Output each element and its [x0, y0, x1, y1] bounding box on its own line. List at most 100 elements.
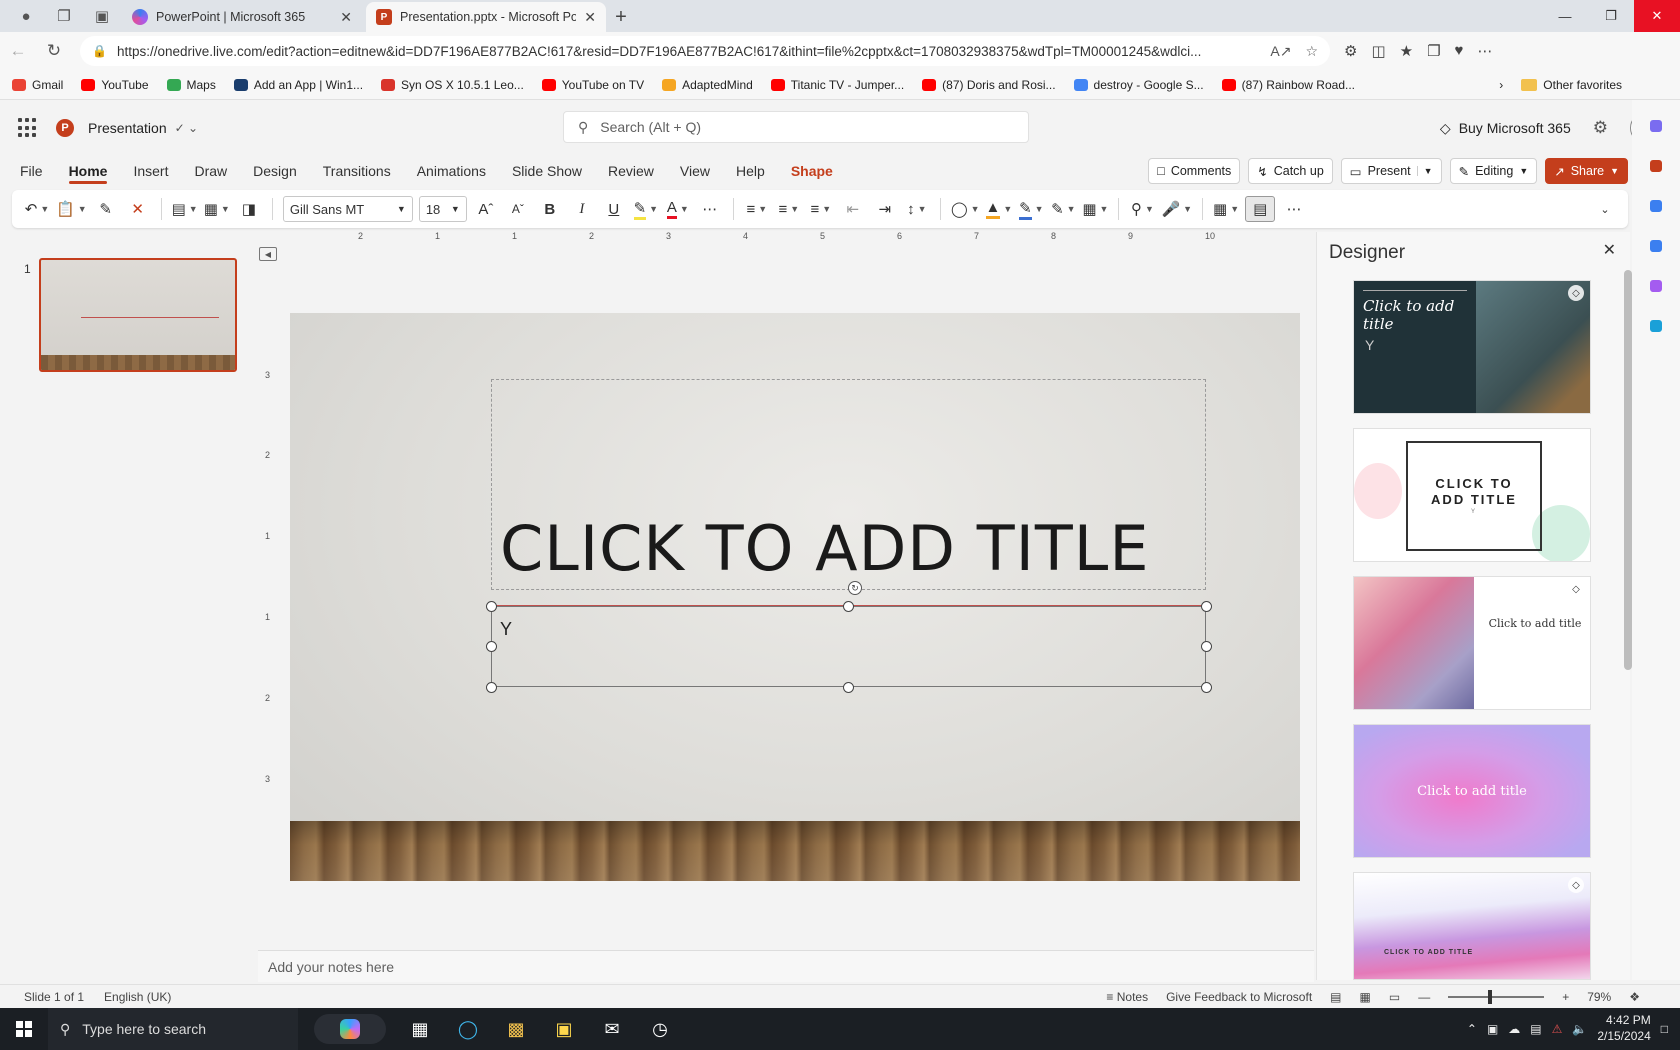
close-tab-icon[interactable]: ✕: [584, 9, 596, 26]
url-field[interactable]: 🔒 https://onedrive.live.com/edit?action=…: [80, 36, 1330, 66]
other-favorites-folder[interactable]: Other favorites: [1521, 78, 1622, 92]
line-spacing-button[interactable]: ↕ ▼: [904, 196, 930, 222]
sidebar-app-icon[interactable]: [1650, 280, 1662, 292]
file-explorer-icon[interactable]: ▩: [492, 1008, 540, 1050]
increase-font-size-button[interactable]: Aˆ: [473, 196, 499, 222]
bold-button[interactable]: B: [537, 196, 563, 222]
normal-view-icon[interactable]: ▤: [1330, 990, 1341, 1004]
more-menu-icon[interactable]: ⋯: [1477, 42, 1492, 60]
slide-canvas[interactable]: CLICK TO ADD TITLE Y ↻: [290, 313, 1300, 881]
bullets-button[interactable]: ≡ ▼: [744, 196, 770, 222]
favorite-syn-os[interactable]: Syn OS X 10.5.1 Leo...: [381, 78, 524, 92]
zoom-out-button[interactable]: —: [1418, 990, 1430, 1004]
favorite-destroy[interactable]: destroy - Google S...: [1073, 78, 1204, 92]
new-slide-button[interactable]: ▤ ▼: [172, 196, 198, 222]
tab-actions-icon[interactable]: ▣: [86, 2, 118, 30]
dictate-button[interactable]: 🎤 ▼: [1161, 196, 1192, 222]
slide-sorter-icon[interactable]: ▦: [1360, 990, 1371, 1004]
zoom-in-button[interactable]: +: [1562, 990, 1569, 1004]
tab-slide-show[interactable]: Slide Show: [512, 156, 582, 186]
tab-shape[interactable]: Shape: [791, 156, 833, 186]
reading-view-icon[interactable]: ▭: [1389, 990, 1400, 1004]
rotate-handle[interactable]: ↻: [848, 581, 862, 595]
add-ins-button[interactable]: ▦ ▼: [1213, 196, 1239, 222]
document-title[interactable]: Presentation: [88, 120, 167, 136]
image-button[interactable]: ◨: [236, 196, 262, 222]
mail-icon[interactable]: ✉: [588, 1008, 636, 1050]
notifications-icon[interactable]: □: [1661, 1022, 1668, 1036]
tab-design[interactable]: Design: [253, 156, 297, 186]
tab-view[interactable]: View: [680, 156, 710, 186]
sidebar-app-icon[interactable]: [1650, 240, 1662, 252]
sidebar-app-icon[interactable]: [1650, 200, 1662, 212]
new-tab-button[interactable]: +: [606, 2, 636, 32]
zoom-level[interactable]: 79%: [1587, 990, 1611, 1004]
design-idea-card[interactable]: CLICK TO ADD TITLE ◇: [1353, 872, 1591, 980]
favorite-maps[interactable]: Maps: [166, 78, 216, 92]
language-indicator[interactable]: English (UK): [104, 990, 171, 1004]
font-family-dropdown[interactable]: Gill Sans MT ▼: [282, 196, 413, 222]
share-button[interactable]: ↗ Share ▼: [1545, 158, 1628, 184]
favorite-titanic-tv[interactable]: Titanic TV - Jumper...: [770, 78, 904, 92]
favorite-rainbow-road[interactable]: (87) Rainbow Road...: [1221, 78, 1355, 92]
design-idea-card[interactable]: CLICK TO ADD TITLE Y: [1353, 428, 1591, 562]
resize-handle[interactable]: [1201, 641, 1212, 652]
minimize-button[interactable]: —: [1542, 0, 1588, 32]
more-options-button[interactable]: ⋯: [1281, 196, 1307, 222]
fit-to-window-icon[interactable]: ❖: [1629, 990, 1640, 1004]
comments-button[interactable]: □ Comments: [1148, 158, 1241, 184]
highlight-button[interactable]: ✎ ▼: [633, 196, 659, 222]
tab-transitions[interactable]: Transitions: [323, 156, 391, 186]
numbering-button[interactable]: ≡ ▼: [776, 196, 802, 222]
align-button[interactable]: ≡ ▼: [808, 196, 834, 222]
toggle-thumbnail-pane-icon[interactable]: ◀: [259, 247, 277, 261]
tab-insert[interactable]: Insert: [133, 156, 168, 186]
subtitle-placeholder[interactable]: Y: [491, 606, 1206, 687]
extensions-icon[interactable]: ⚙: [1344, 42, 1357, 60]
zoom-slider[interactable]: [1448, 990, 1545, 1004]
delete-button[interactable]: ✕: [125, 196, 151, 222]
shape-outline-button[interactable]: ✎ ▼: [1018, 196, 1044, 222]
browser-tab-presentation[interactable]: P Presentation.pptx - Microsoft Po ✕: [366, 2, 606, 32]
read-aloud-icon[interactable]: A↗: [1270, 43, 1291, 60]
favorite-youtube[interactable]: YouTube: [81, 78, 149, 92]
microsoft-store-icon[interactable]: ▣: [540, 1008, 588, 1050]
buy-microsoft-365-button[interactable]: ◇ Buy Microsoft 365: [1440, 120, 1571, 137]
chevron-up-icon[interactable]: ⌃: [1467, 1022, 1477, 1036]
resize-handle[interactable]: [843, 682, 854, 693]
design-idea-card[interactable]: Click to add title: [1353, 724, 1591, 858]
sidebar-app-icon[interactable]: [1650, 320, 1662, 332]
close-window-button[interactable]: ✕: [1634, 0, 1680, 32]
restore-button[interactable]: ❐: [1588, 0, 1634, 32]
favorite-doris[interactable]: (87) Doris and Rosi...: [922, 78, 1056, 92]
shape-effects-button[interactable]: ✎ ▼: [1050, 196, 1076, 222]
slide-title[interactable]: CLICK TO ADD TITLE: [500, 512, 1150, 585]
design-idea-card[interactable]: Click to add title ◇: [1353, 576, 1591, 710]
taskbar-search[interactable]: ⚲ Type here to search: [48, 1008, 298, 1050]
favorite-youtube-tv[interactable]: YouTube on TV: [541, 78, 644, 92]
profile-icon[interactable]: ●: [10, 2, 42, 30]
format-painter-button[interactable]: ✎: [93, 196, 119, 222]
tab-animations[interactable]: Animations: [417, 156, 486, 186]
catch-up-button[interactable]: ↯ Catch up: [1248, 158, 1333, 184]
editing-mode-button[interactable]: ✎ Editing ▼: [1449, 158, 1538, 184]
tab-file[interactable]: File: [20, 156, 43, 186]
slide-subtitle[interactable]: Y: [500, 619, 512, 640]
font-color-button[interactable]: A ▼: [665, 196, 691, 222]
designer-scrollbar[interactable]: [1624, 270, 1632, 670]
settings-gear-icon[interactable]: ⚙: [1593, 118, 1608, 138]
save-status-icon[interactable]: ✓ ⌄: [175, 121, 198, 135]
taskbar-clock[interactable]: 4:42 PM 2/15/2024: [1597, 1013, 1650, 1044]
edge-icon[interactable]: ◯: [444, 1008, 492, 1050]
font-size-dropdown[interactable]: 18 ▼: [418, 196, 467, 222]
copilot-button[interactable]: [314, 1014, 386, 1044]
resize-handle[interactable]: [843, 601, 854, 612]
layout-button[interactable]: ▦ ▼: [204, 196, 230, 222]
favorites-icon[interactable]: ★: [1400, 42, 1413, 60]
volume-icon[interactable]: 🔈: [1572, 1022, 1587, 1036]
task-view-icon[interactable]: ▦: [396, 1008, 444, 1050]
zoom-slider-thumb[interactable]: [1488, 990, 1493, 1004]
slide-thumbnail[interactable]: [39, 258, 237, 372]
decrease-indent-button[interactable]: ⇤: [840, 196, 866, 222]
tab-draw[interactable]: Draw: [194, 156, 227, 186]
